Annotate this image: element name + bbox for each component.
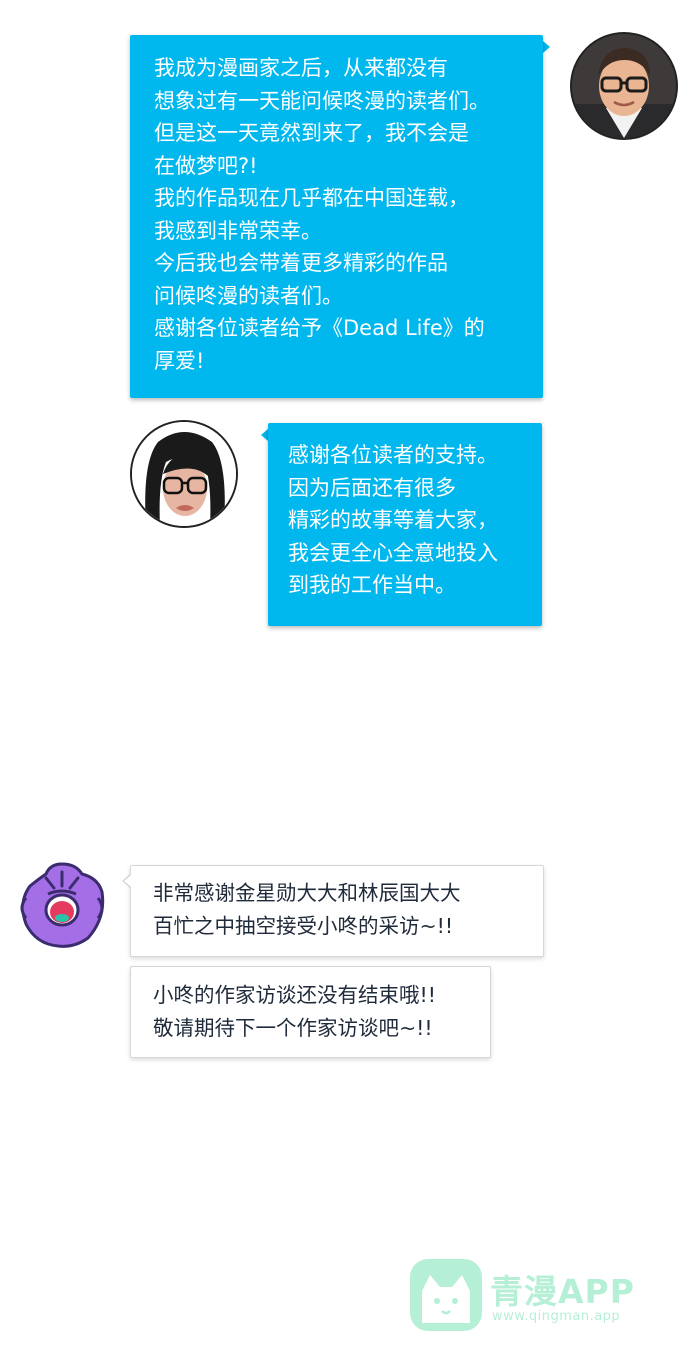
artist-avatar [130, 420, 238, 528]
author-message-bubble: 我成为漫画家之后，从来都没有 想象过有一天能问候咚漫的读者们。 但是这一天竟然到… [130, 35, 543, 398]
mascot-message-bubble: 小咚的作家访谈还没有结束哦!! 敬请期待下一个作家访谈吧~!! [130, 966, 491, 1058]
artist-message-bubble: 感谢各位读者的支持。 因为后面还有很多 精彩的故事等着大家， 我会更全心全意地投… [268, 423, 542, 626]
artist-portrait-icon [132, 422, 236, 526]
mascot-icon [20, 862, 105, 948]
watermark-title: 青漫APP [490, 1272, 635, 1311]
bubble-tail [124, 875, 131, 887]
cat-logo-icon [410, 1259, 482, 1331]
author-avatar [570, 32, 678, 140]
mascot-avatar [18, 858, 106, 950]
author-portrait-icon [572, 34, 676, 138]
watermark-url: www.qingman.app [492, 1309, 621, 1324]
bubble-tail [261, 429, 268, 441]
mascot-message-bubble: 非常感谢金星勋大大和林辰国大大 百忙之中抽空接受小咚的采访~!! [130, 865, 544, 957]
watermark: 青漫APP www.qingman.app [408, 1257, 648, 1337]
bubble-tail [543, 41, 550, 53]
